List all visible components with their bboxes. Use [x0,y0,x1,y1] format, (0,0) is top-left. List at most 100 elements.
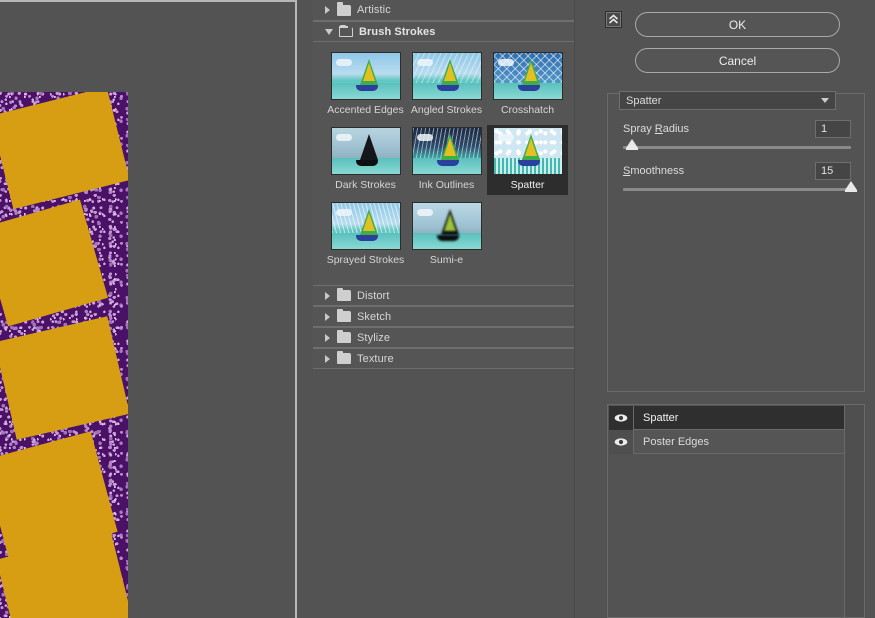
thumbnail-cloud [416,209,433,216]
applied-filters-scrollbar[interactable] [844,405,864,617]
filter-gallery-dialog: Artistic Brush Strokes Accented Edges Ang… [0,0,875,618]
filter-thumbnail-angled-strokes[interactable]: Angled Strokes [406,50,487,120]
filter-list-scrollbar[interactable] [574,0,603,618]
filter-thumbnail-label: Spatter [510,179,545,191]
thumbnail-hull [436,160,459,166]
filter-category-label: Sketch [357,310,392,323]
thumbnail-cloud [335,134,352,141]
thumbnail-sail2 [524,138,537,156]
filter-thumbnail-label: Dark Strokes [335,179,396,191]
collapse-panel-button[interactable] [605,11,622,28]
smoothness-slider-track[interactable] [623,181,857,192]
folder-closed-icon [337,308,351,322]
filter-select-dropdown[interactable]: Spatter [619,91,836,110]
filter-thumbnail-grid: Accented Edges Angled Strokes Crosshatch Da… [313,42,574,285]
folder-closed-icon [337,2,351,16]
filter-list-scroll-area[interactable]: Artistic Brush Strokes Accented Edges Ang… [313,0,574,618]
thumbnail-cloud [416,59,433,66]
visibility-toggle[interactable] [609,405,634,430]
smoothness-slider-thumb[interactable] [845,181,857,192]
folder-closed-icon [337,287,351,301]
spray-radius-label: Spray Radius [623,123,690,135]
filter-thumbnail-label: Sumi-e [429,254,464,266]
preview-pane[interactable] [0,0,297,618]
chevron-right-icon [325,333,330,342]
cancel-button-label: Cancel [718,53,757,68]
chevron-right-icon [325,6,330,14]
filter-thumbnail-sumi-e[interactable]: Sumi-e [406,200,487,270]
double-chevron-up-icon [608,14,619,24]
thumbnail-sail2 [362,138,375,156]
spray-radius-control: Spray Radius 1 [623,120,851,150]
chevron-right-icon [325,312,330,321]
filter-thumbnail-image [330,202,401,250]
thumbnail-cloud [497,134,514,141]
filter-category-sketch[interactable]: Sketch [313,306,574,327]
spray-radius-slider-track[interactable] [623,139,851,150]
thumbnail-cloud [416,134,433,141]
chevron-down-icon [821,98,829,103]
applied-filters-list: Spatter Poster Edges [609,405,846,454]
filter-thumbnail-label: Angled Strokes [410,104,483,116]
filter-select-value: Spatter [626,94,662,107]
filter-thumbnail-ink-outlines[interactable]: Ink Outlines [406,125,487,195]
chevron-down-icon [325,29,333,35]
ok-button-label: OK [728,17,747,32]
thumbnail-hull [517,160,540,166]
filter-thumbnail-label: Sprayed Strokes [326,254,405,266]
thumbnail-hull [517,85,540,91]
chevron-right-icon [325,291,330,300]
thumbnail-sail2 [443,63,456,81]
thumbnail-sail2 [443,138,456,156]
thumbnail-hull [355,235,378,241]
filter-thumbnail-label: Ink Outlines [418,179,475,191]
folder-closed-icon [337,350,351,364]
filter-thumbnail-image [411,127,482,175]
chevron-right-icon [325,354,330,363]
filter-thumbnail-image [492,127,563,175]
filter-category-distort[interactable]: Distort [313,285,574,306]
thumbnail-sail2 [362,213,375,231]
thumbnail-hull [436,85,459,91]
applied-filter-name: Poster Edges [643,435,710,448]
eye-icon [614,413,628,422]
filter-thumbnail-spatter[interactable]: Spatter [487,125,568,195]
filter-thumbnail-image [330,127,401,175]
filter-category-label: Artistic [357,4,391,16]
filter-thumbnail-image [411,52,482,100]
thumbnail-hull [355,160,378,166]
smoothness-input[interactable]: 15 [815,162,851,180]
thumbnail-hull [355,85,378,91]
eye-icon [614,437,628,446]
cancel-button[interactable]: Cancel [635,48,840,73]
filter-category-stylize[interactable]: Stylize [313,327,574,348]
filter-thumbnail-crosshatch[interactable]: Crosshatch [487,50,568,120]
folder-closed-icon [337,329,351,343]
filter-thumbnail-image [330,52,401,100]
spray-radius-input[interactable]: 1 [815,120,851,138]
filter-category-label: Texture [357,352,394,365]
applied-filter-name: Spatter [643,411,679,424]
filter-category-label: Stylize [357,331,391,344]
ok-button[interactable]: OK [635,12,840,37]
filter-thumbnail-sprayed-strokes[interactable]: Sprayed Strokes [325,200,406,270]
applied-filters-group: Spatter Poster Edges [607,404,865,618]
filter-category-brush-strokes[interactable]: Brush Strokes [313,21,574,42]
filter-thumbnail-image [411,202,482,250]
thumbnail-sail2 [362,63,375,81]
applied-filter-row[interactable]: Poster Edges [609,429,846,454]
thumbnail-cloud [335,209,352,216]
filter-category-label: Distort [357,289,390,302]
spray-radius-slider-thumb[interactable] [626,139,639,150]
visibility-toggle[interactable] [609,429,634,454]
filter-thumbnail-label: Crosshatch [500,104,555,116]
applied-filter-row[interactable]: Spatter [609,405,846,430]
filter-thumbnail-accented-edges[interactable]: Accented Edges [325,50,406,120]
smoothness-control: Smoothness 15 [623,162,857,192]
filter-category-texture[interactable]: Texture [313,348,574,369]
thumbnail-sail2 [443,213,456,231]
filter-thumbnail-dark-strokes[interactable]: Dark Strokes [325,125,406,195]
filter-preview[interactable] [0,92,128,618]
thumbnail-cloud [497,59,514,66]
filter-category-artistic[interactable]: Artistic [313,0,574,21]
